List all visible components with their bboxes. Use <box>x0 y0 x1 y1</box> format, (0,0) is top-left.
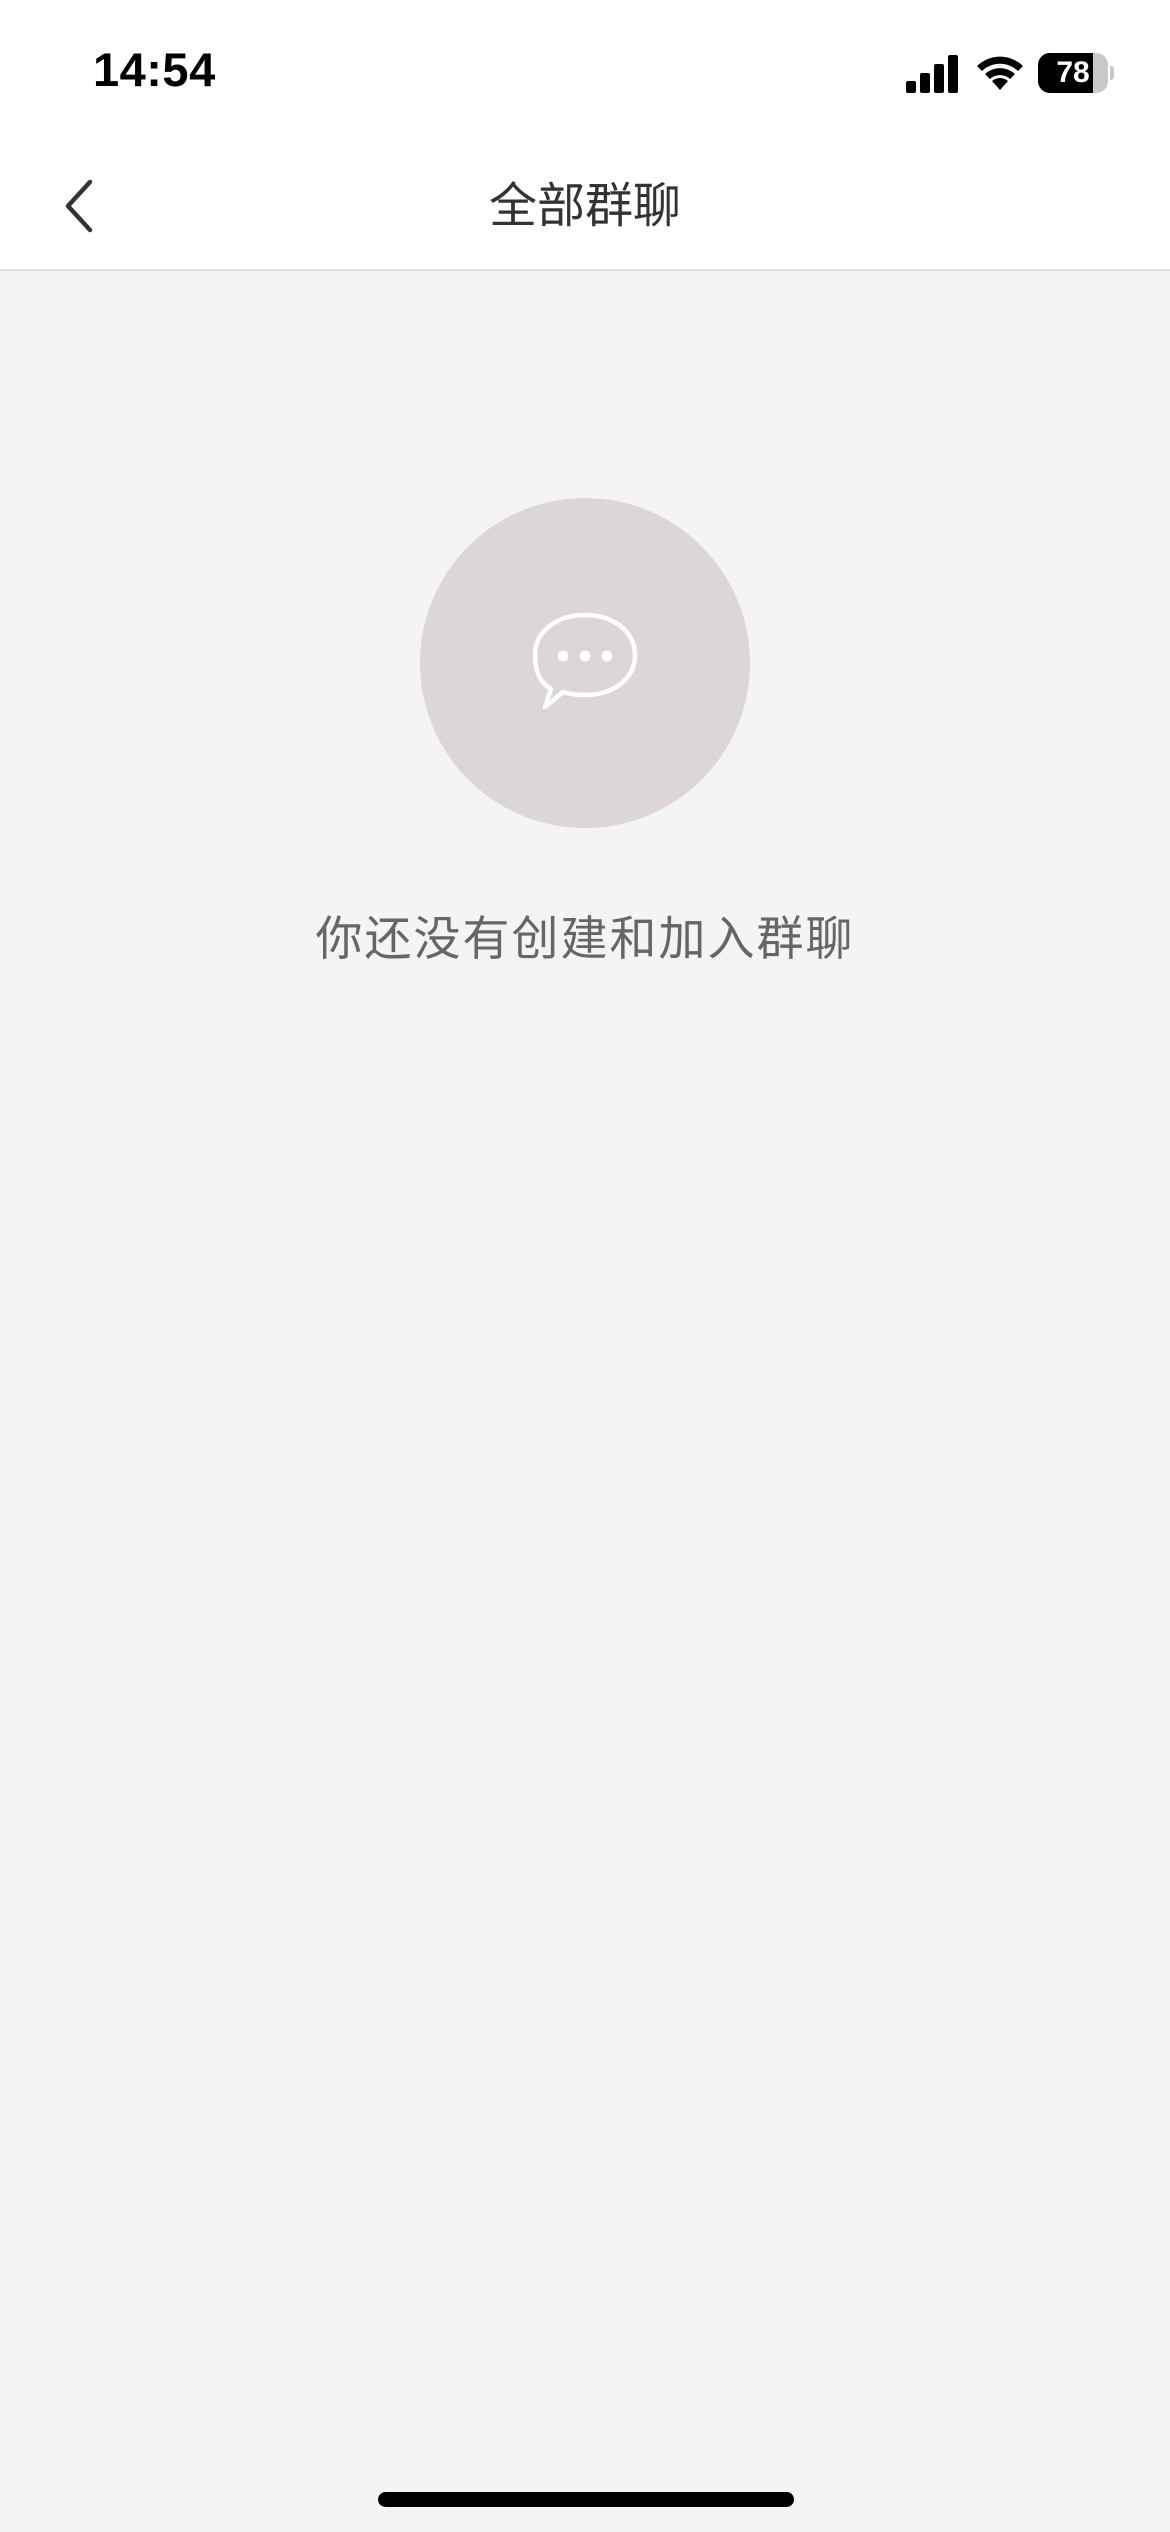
signal-icon <box>906 55 958 93</box>
wifi-icon <box>977 56 1023 90</box>
battery-level: 78 <box>1056 56 1090 89</box>
empty-state-icon-circle <box>420 498 750 828</box>
battery-nub <box>1110 66 1114 80</box>
empty-state-message: 你还没有创建和加入群聊 <box>315 912 855 967</box>
chat-bubble-icon <box>532 612 638 710</box>
top-bar: 14:54 78 全部群聊 <box>0 0 1170 271</box>
page-title: 全部群聊 <box>488 178 681 234</box>
status-time: 14:54 <box>93 43 216 96</box>
battery-icon: 78 <box>1038 53 1114 93</box>
battery-body: 78 <box>1038 53 1108 93</box>
home-indicator[interactable] <box>378 2492 794 2507</box>
